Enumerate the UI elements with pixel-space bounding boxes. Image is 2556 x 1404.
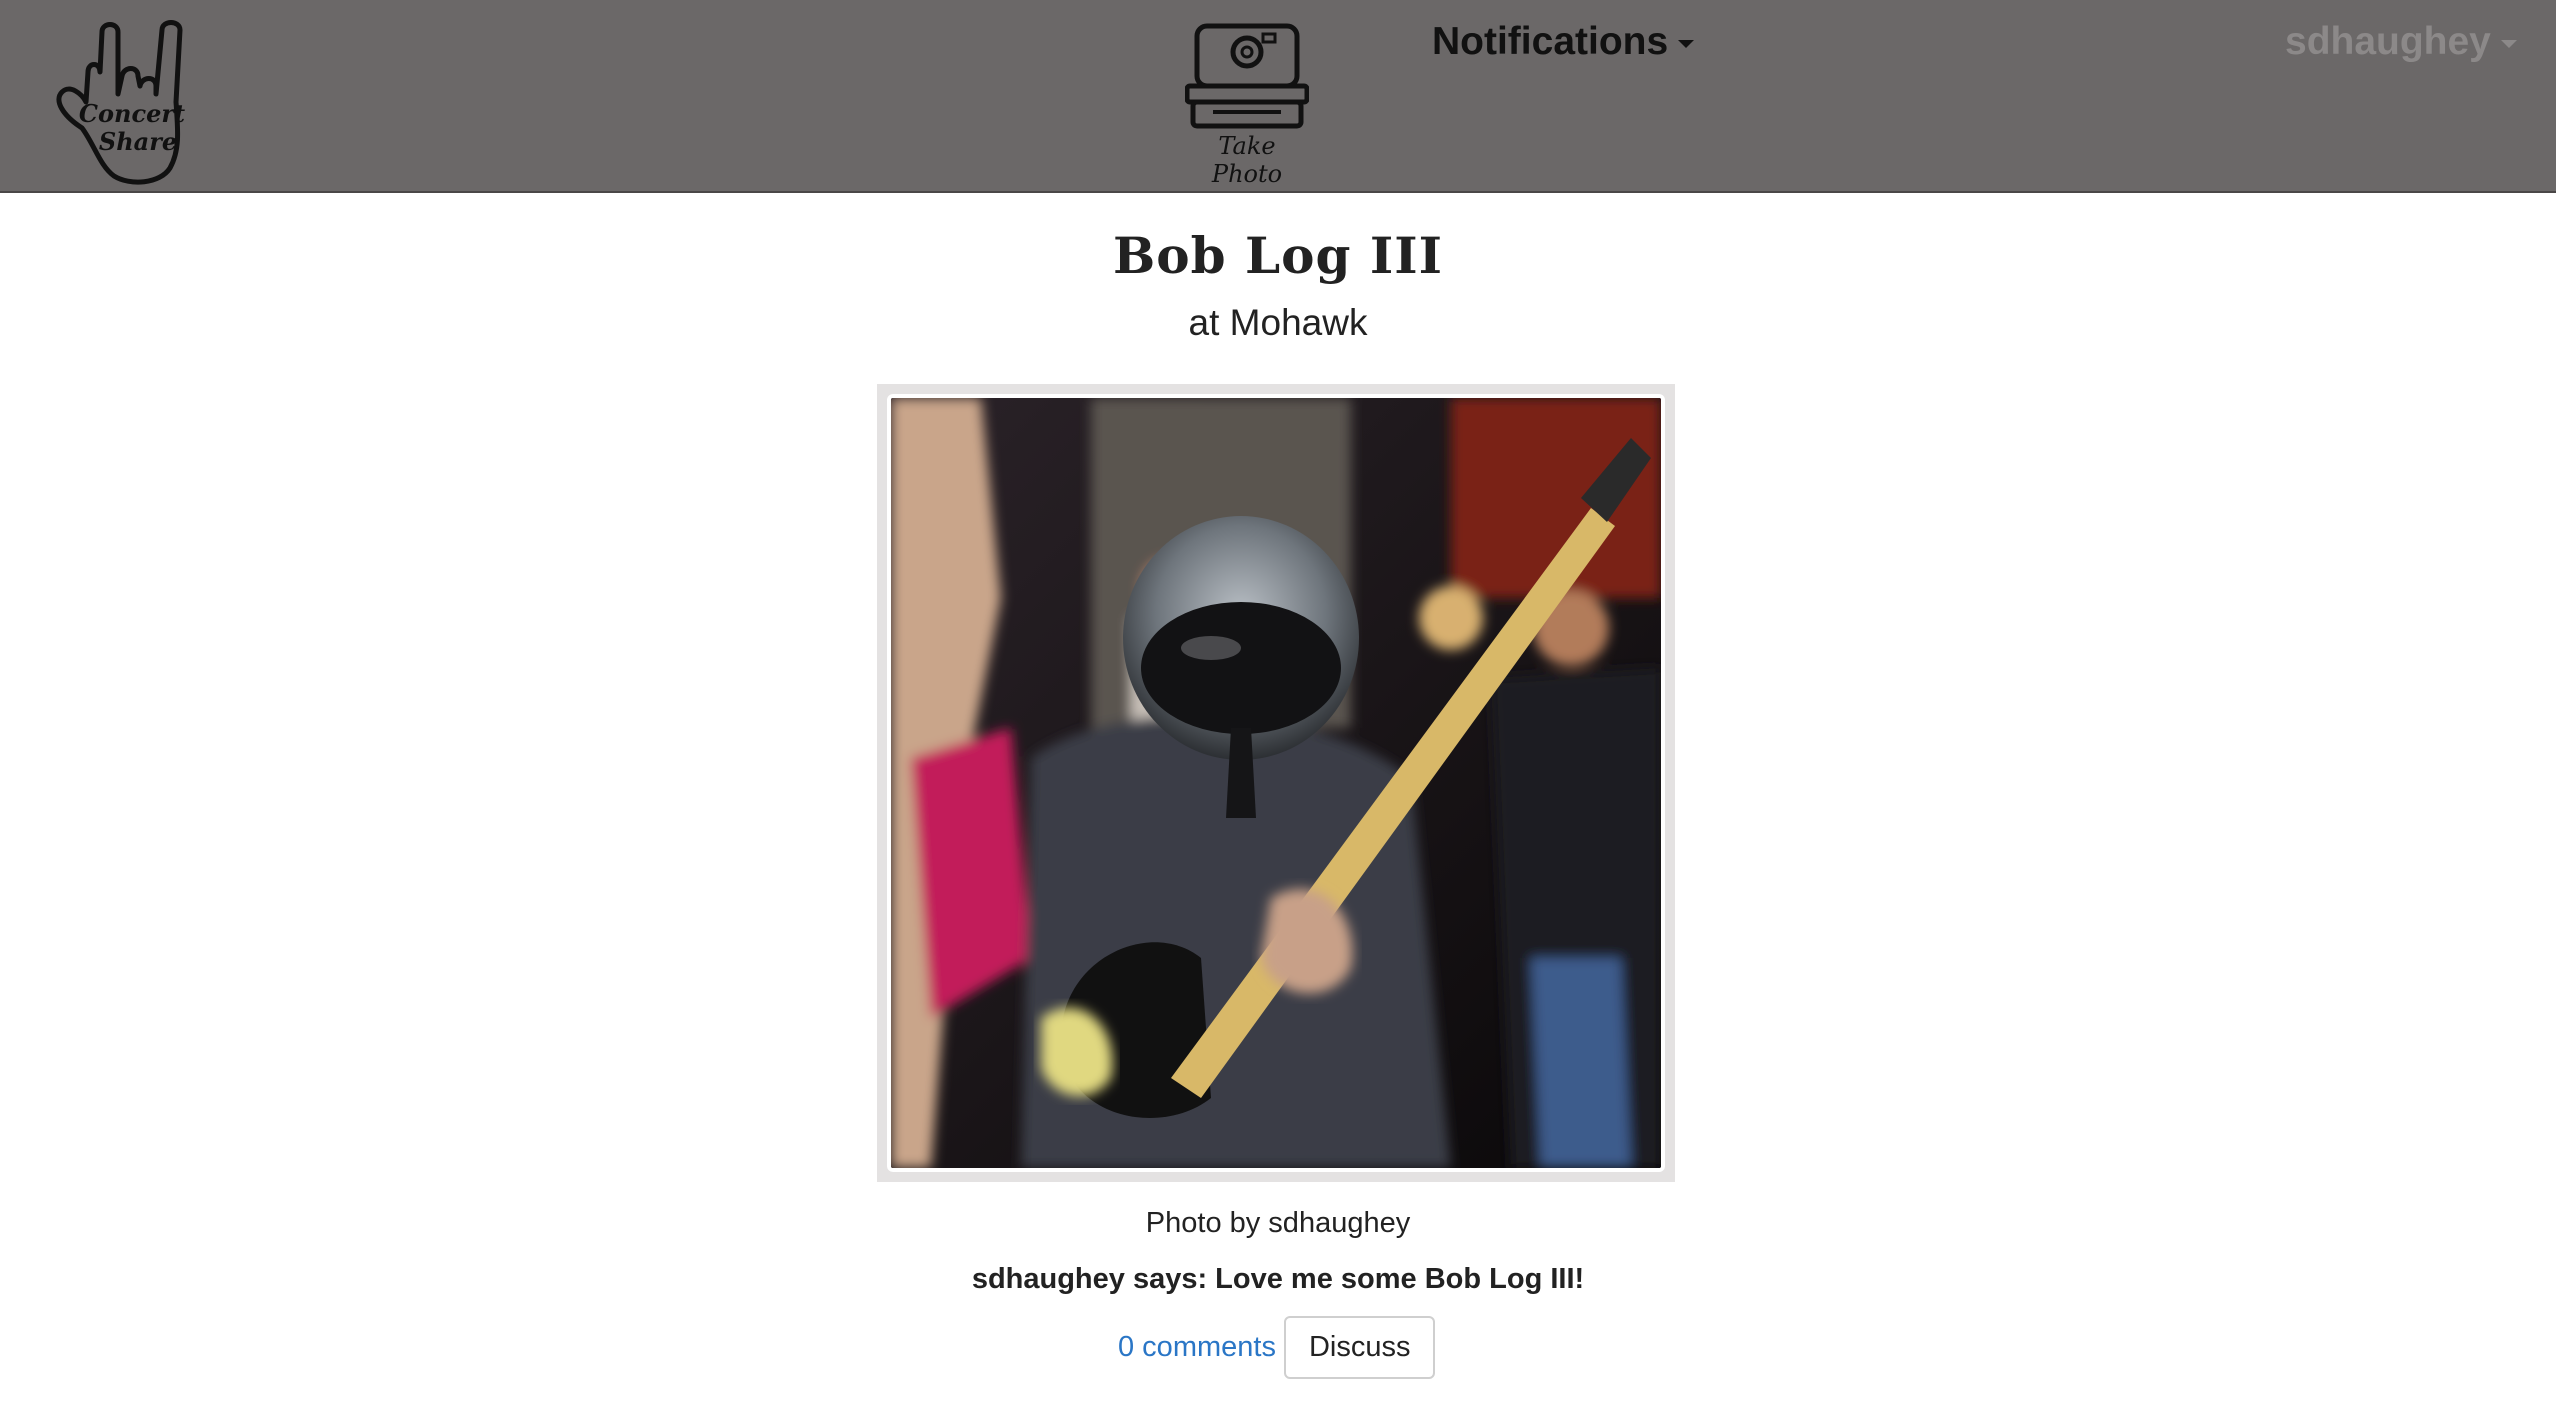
comments-count-link[interactable]: 0 comments [1118, 1331, 1276, 1364]
rock-hand-icon: Concert Share [56, 20, 185, 185]
user-comment: sdhaughey says: Love me some Bob Log III… [971, 1263, 1585, 1295]
concert-photo[interactable] [887, 394, 1665, 1172]
notifications-label: Notifications [1432, 20, 1669, 63]
instant-camera-icon [1184, 23, 1310, 129]
concert-photo-image [891, 398, 1661, 1168]
concert-share-logo[interactable]: Concert Share [52, 20, 202, 185]
chevron-down-icon [1678, 39, 1695, 48]
take-photo-label: Take Photo [1211, 132, 1283, 188]
comments-row: 0 comments Discuss [1118, 1313, 1436, 1381]
discuss-button[interactable]: Discuss [1283, 1315, 1436, 1379]
venue-subtitle: at Mohawk [1188, 302, 1368, 343]
take-photo-button[interactable]: Take Photo [1184, 20, 1310, 188]
notifications-dropdown[interactable]: Notifications [1432, 20, 1695, 64]
top-navbar: Concert Share Take Photo Notifications sd… [0, 0, 2556, 193]
artist-title: Bob Log III [1112, 226, 1444, 285]
concert-photo-frame [877, 384, 1675, 1182]
chevron-down-icon [2500, 39, 2517, 48]
photo-credit: Photo by sdhaughey [1145, 1207, 1411, 1239]
user-menu-dropdown[interactable]: sdhaughey [2285, 20, 2517, 64]
username-label: sdhaughey [2285, 20, 2491, 63]
